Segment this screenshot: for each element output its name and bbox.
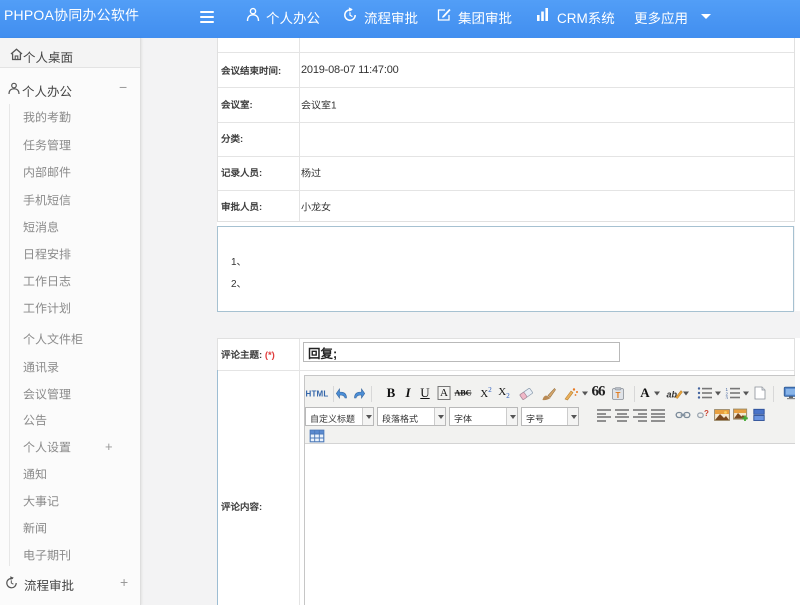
svg-text:T: T	[616, 391, 621, 400]
svg-text:?: ?	[704, 409, 709, 418]
svg-text:ab: ab	[667, 390, 678, 400]
svg-text:3: 3	[726, 396, 729, 400]
